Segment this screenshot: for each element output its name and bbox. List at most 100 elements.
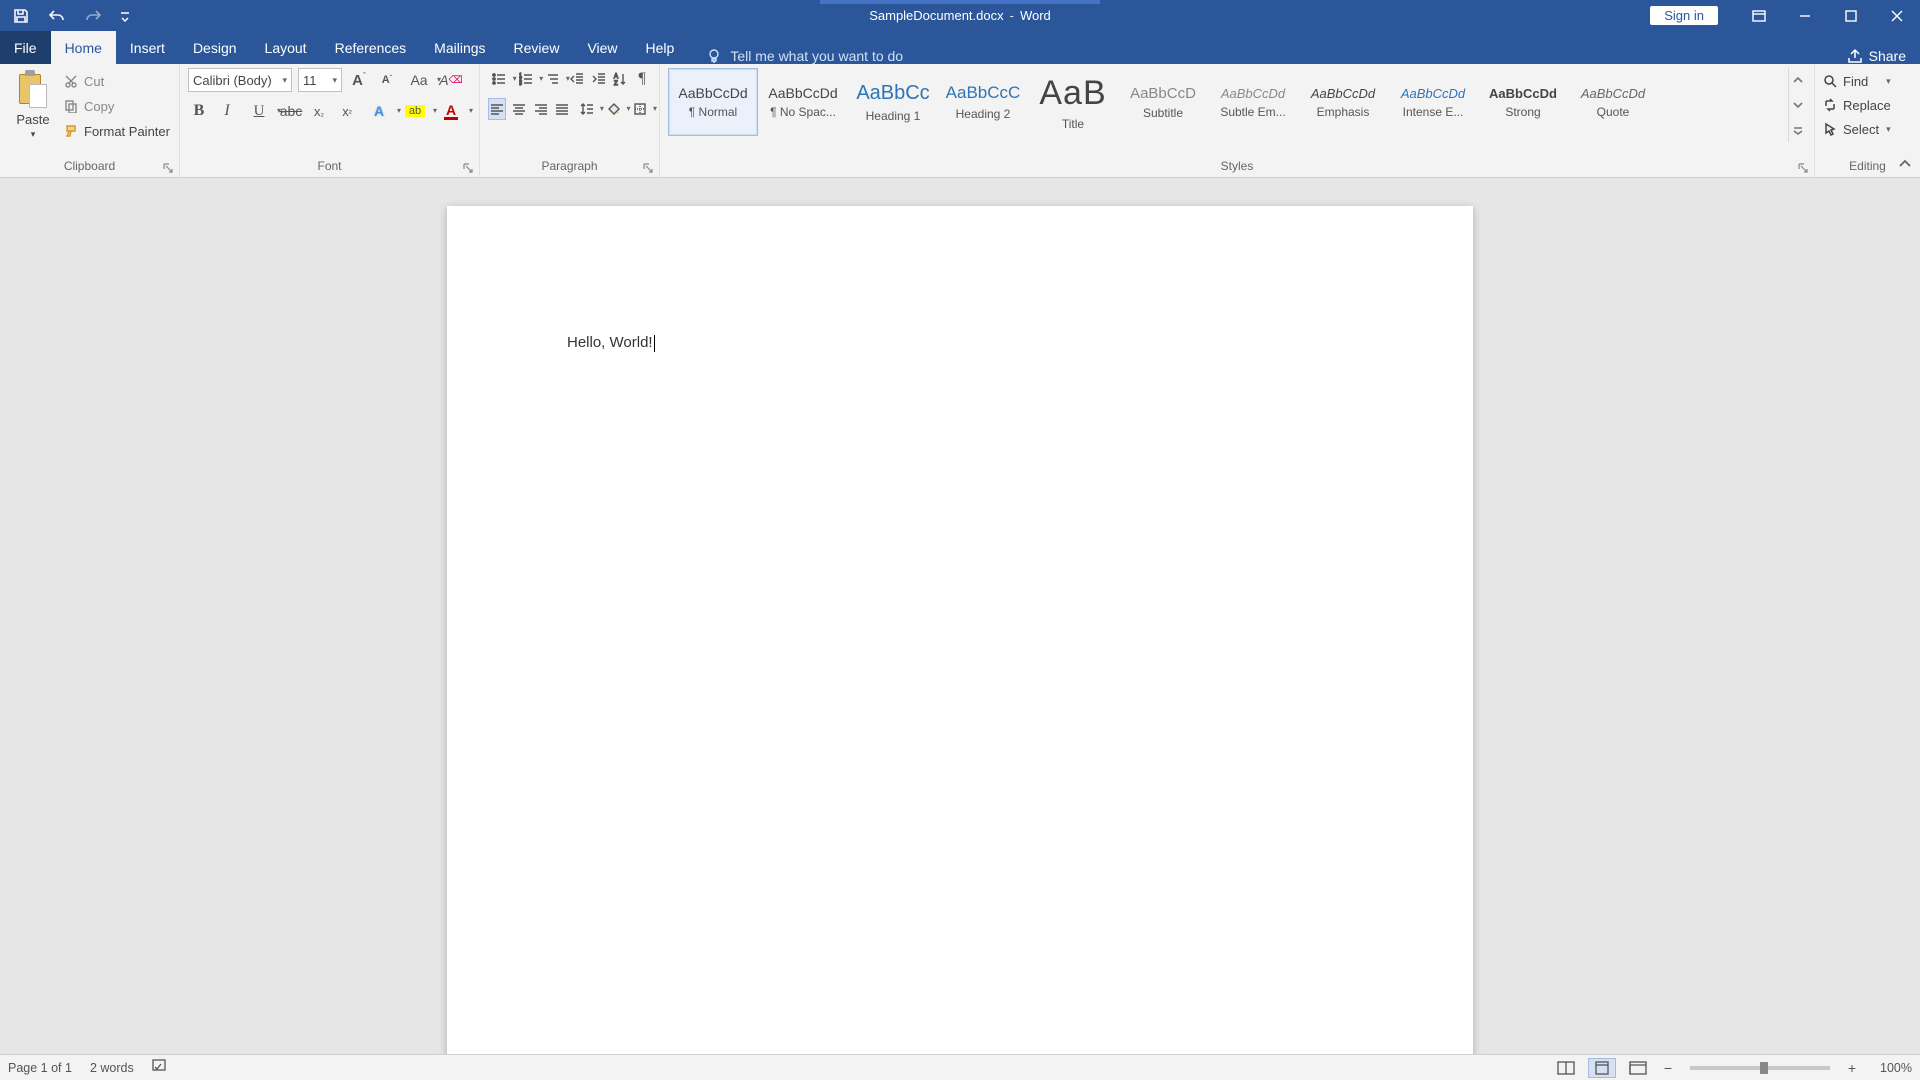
styles-gallery[interactable]: AaBbCcDd¶ NormalAaBbCcDd¶ No Spac...AaBb… bbox=[668, 68, 1788, 142]
group-paragraph: 123 AZ ¶ Paragraph bbox=[480, 64, 660, 177]
underline-button[interactable]: U bbox=[244, 100, 274, 122]
paragraph-launcher-icon[interactable] bbox=[641, 161, 655, 175]
collapse-ribbon-button[interactable] bbox=[1896, 155, 1914, 173]
gallery-up-button[interactable] bbox=[1789, 68, 1806, 93]
close-icon[interactable] bbox=[1874, 0, 1920, 31]
show-marks-button[interactable]: ¶ bbox=[633, 68, 651, 90]
tab-home[interactable]: Home bbox=[51, 31, 116, 64]
decrease-indent-button[interactable] bbox=[568, 68, 586, 90]
format-painter-button[interactable]: Format Painter bbox=[64, 120, 170, 142]
align-center-button[interactable] bbox=[510, 98, 528, 120]
shrink-font-button[interactable]: Aˇ bbox=[376, 69, 398, 91]
style-item-7[interactable]: AaBbCcDdEmphasis bbox=[1298, 68, 1388, 136]
ribbon-display-options-icon[interactable] bbox=[1736, 0, 1782, 31]
styles-launcher-icon[interactable] bbox=[1796, 161, 1810, 175]
replace-button[interactable]: Replace bbox=[1823, 94, 1891, 116]
gallery-down-button[interactable] bbox=[1789, 93, 1806, 118]
zoom-in-button[interactable]: + bbox=[1844, 1060, 1860, 1076]
tab-references[interactable]: References bbox=[321, 31, 421, 64]
style-item-4[interactable]: AaBTitle bbox=[1028, 68, 1118, 136]
copy-button[interactable]: Copy bbox=[64, 95, 170, 117]
superscript-button[interactable]: x bbox=[336, 100, 358, 122]
chevron-down-icon[interactable]: ▾ bbox=[332, 75, 337, 86]
style-item-1[interactable]: AaBbCcDd¶ No Spac... bbox=[758, 68, 848, 136]
document-text[interactable]: Hello, World! bbox=[567, 334, 653, 351]
clear-formatting-button[interactable]: A⌫ bbox=[440, 69, 462, 91]
style-item-2[interactable]: AaBbCcHeading 1 bbox=[848, 68, 938, 136]
borders-button[interactable] bbox=[628, 98, 651, 120]
style-preview: AaBbCcD bbox=[1130, 85, 1196, 102]
justify-button[interactable] bbox=[554, 98, 572, 120]
paste-dropdown-icon[interactable]: ▾ bbox=[31, 129, 36, 140]
align-right-button[interactable] bbox=[532, 98, 550, 120]
web-layout-button[interactable] bbox=[1624, 1058, 1652, 1078]
word-count-status[interactable]: 2 words bbox=[90, 1061, 134, 1075]
share-button[interactable]: Share bbox=[1847, 48, 1906, 64]
minimize-icon[interactable] bbox=[1782, 0, 1828, 31]
gallery-more-button[interactable] bbox=[1789, 117, 1806, 142]
font-launcher-icon[interactable] bbox=[461, 161, 475, 175]
bullets-button[interactable] bbox=[488, 68, 511, 90]
italic-button[interactable]: I bbox=[216, 100, 238, 122]
save-icon[interactable] bbox=[10, 5, 32, 27]
tab-layout[interactable]: Layout bbox=[251, 31, 321, 64]
font-name-combo[interactable]: Calibri (Body)▾ bbox=[188, 68, 292, 92]
read-mode-button[interactable] bbox=[1552, 1058, 1580, 1078]
style-item-10[interactable]: AaBbCcDdQuote bbox=[1568, 68, 1658, 136]
style-item-6[interactable]: AaBbCcDdSubtle Em... bbox=[1208, 68, 1298, 136]
paste-icon bbox=[16, 70, 50, 110]
qat-customize-icon[interactable] bbox=[118, 9, 132, 23]
group-clipboard: Paste ▾ Cut Copy Format Painter Clipbo bbox=[0, 64, 180, 177]
highlight-button[interactable]: ab bbox=[400, 100, 430, 122]
line-spacing-button[interactable] bbox=[575, 98, 598, 120]
zoom-slider-thumb[interactable] bbox=[1760, 1062, 1768, 1074]
zoom-out-button[interactable]: − bbox=[1660, 1060, 1676, 1076]
tab-review[interactable]: Review bbox=[500, 31, 574, 64]
style-item-5[interactable]: AaBbCcDSubtitle bbox=[1118, 68, 1208, 136]
grow-font-button[interactable]: Aˆ bbox=[348, 69, 370, 91]
strikethrough-button[interactable]: abc bbox=[280, 100, 302, 122]
style-item-8[interactable]: AaBbCcDdIntense E... bbox=[1388, 68, 1478, 136]
cut-button[interactable]: Cut bbox=[64, 70, 170, 92]
page-number-status[interactable]: Page 1 of 1 bbox=[8, 1061, 72, 1075]
clipboard-launcher-icon[interactable] bbox=[161, 161, 175, 175]
font-size-combo[interactable]: 11▾ bbox=[298, 68, 342, 92]
tell-me-search[interactable]: Tell me what you want to do bbox=[706, 48, 903, 64]
select-button[interactable]: Select ▾ bbox=[1823, 118, 1891, 140]
tab-view[interactable]: View bbox=[573, 31, 631, 64]
zoom-level[interactable]: 100% bbox=[1868, 1061, 1912, 1075]
chevron-down-icon[interactable]: ▾ bbox=[1886, 76, 1891, 87]
tab-design[interactable]: Design bbox=[179, 31, 251, 64]
numbering-button[interactable]: 123 bbox=[515, 68, 538, 90]
font-color-button[interactable]: A bbox=[436, 100, 466, 122]
document-area[interactable]: Hello, World! bbox=[0, 178, 1920, 1054]
print-layout-button[interactable] bbox=[1588, 1058, 1616, 1078]
tab-insert[interactable]: Insert bbox=[116, 31, 179, 64]
document-page[interactable]: Hello, World! bbox=[447, 206, 1473, 1054]
redo-icon[interactable] bbox=[82, 5, 104, 27]
sort-button[interactable]: AZ bbox=[611, 68, 629, 90]
increase-indent-button[interactable] bbox=[590, 68, 608, 90]
sign-in-button[interactable]: Sign in bbox=[1650, 6, 1718, 25]
bold-button[interactable]: B bbox=[188, 100, 210, 122]
multilevel-list-button[interactable] bbox=[541, 68, 564, 90]
style-item-3[interactable]: AaBbCcCHeading 2 bbox=[938, 68, 1028, 136]
zoom-slider[interactable] bbox=[1690, 1066, 1830, 1070]
paste-button[interactable]: Paste ▾ bbox=[8, 68, 58, 157]
chevron-down-icon[interactable]: ▾ bbox=[1886, 124, 1891, 135]
tab-file[interactable]: File bbox=[0, 31, 51, 64]
subscript-button[interactable]: x bbox=[308, 100, 330, 122]
style-item-9[interactable]: AaBbCcDdStrong bbox=[1478, 68, 1568, 136]
tab-help[interactable]: Help bbox=[632, 31, 689, 64]
shading-button[interactable] bbox=[602, 98, 625, 120]
undo-icon[interactable] bbox=[46, 5, 68, 27]
text-effects-button[interactable]: A bbox=[364, 100, 394, 122]
change-case-button[interactable]: Aa bbox=[404, 69, 434, 91]
tab-mailings[interactable]: Mailings bbox=[420, 31, 499, 64]
align-left-button[interactable] bbox=[488, 98, 506, 120]
style-item-0[interactable]: AaBbCcDd¶ Normal bbox=[668, 68, 758, 136]
chevron-down-icon[interactable]: ▾ bbox=[282, 75, 287, 86]
spell-check-status[interactable] bbox=[152, 1059, 168, 1076]
maximize-icon[interactable] bbox=[1828, 0, 1874, 31]
find-button[interactable]: Find ▾ bbox=[1823, 70, 1891, 92]
